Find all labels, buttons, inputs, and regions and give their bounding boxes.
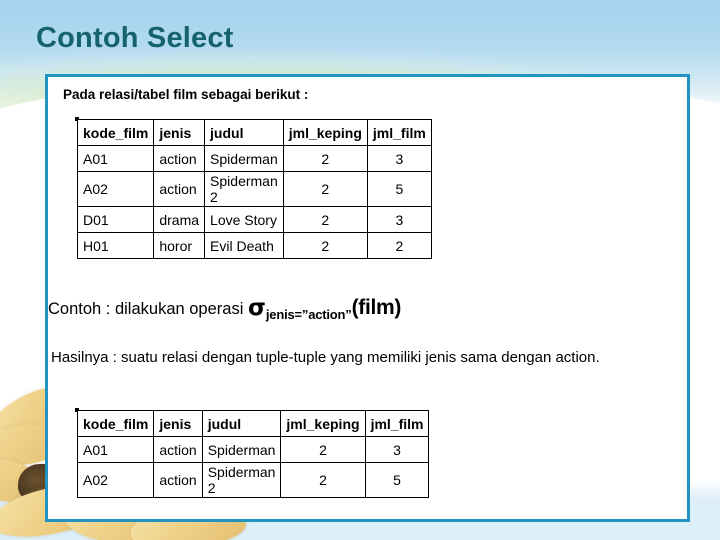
table-row: A02 action Spiderman 2 2 5 [76,462,430,498]
cell-judul: Evil Death [204,232,284,259]
cell-jml-keping: 2 [280,462,366,498]
sigma-operator-icon: σ [247,295,266,321]
cell-jenis: drama [153,206,206,233]
column-header-jenis: jenis [153,119,206,146]
cell-kode-film: H01 [76,232,155,259]
intro-text: Pada relasi/tabel film sebagai berikut : [63,87,309,102]
cell-kode-film: D01 [76,206,155,233]
cell-judul: Spiderman 2 [204,171,284,207]
column-header-kode-film: kode_film [76,410,155,437]
column-header-kode-film: kode_film [76,119,155,146]
cell-jml-film: 3 [366,206,432,233]
column-header-judul: judul [201,410,282,437]
table-row: A01 action Spiderman 2 3 [76,436,430,463]
cell-judul: Spiderman [201,436,282,463]
cell-kode-film: A02 [76,171,155,207]
cell-jml-film: 3 [364,436,430,463]
page-title: Contoh Select [36,22,234,54]
column-header-jml-film: jml_film [366,119,432,146]
cell-kode-film: A01 [76,145,155,172]
table-row: H01 horor Evil Death 2 2 [76,232,432,259]
cell-judul: Spiderman 2 [201,462,282,498]
formula-line: Contoh : dilakukan operasi σjenis=”actio… [48,295,668,322]
result-text: Hasilnya : suatu relasi dengan tuple-tup… [51,349,600,366]
column-header-judul: judul [204,119,284,146]
cell-jenis: action [153,436,203,463]
cell-jml-film: 5 [366,171,432,207]
column-header-jenis: jenis [153,410,203,437]
cell-jml-keping: 2 [280,436,366,463]
table-row: A01 action Spiderman 2 3 [76,145,432,172]
cell-jenis: horor [153,232,206,259]
content-panel: Pada relasi/tabel film sebagai berikut :… [45,74,690,522]
table-header-row: kode_film jenis judul jml_keping jml_fil… [76,119,432,146]
formula-relation: (film) [351,296,402,319]
cell-kode-film: A01 [76,436,155,463]
result-table-frame: kode_film jenis judul jml_keping jml_fil… [75,408,430,498]
cell-jenis: action [153,145,206,172]
formula-lead-text: Contoh : dilakukan operasi [48,300,248,318]
cell-jml-keping: 2 [282,145,368,172]
column-header-jml-keping: jml_keping [280,410,366,437]
table-header-row: kode_film jenis judul jml_keping jml_fil… [76,410,430,437]
cell-jml-film: 5 [364,462,430,498]
cell-jml-keping: 2 [282,171,368,207]
cell-judul: Love Story [204,206,284,233]
column-header-jml-keping: jml_keping [282,119,368,146]
result-table: kode_film jenis judul jml_keping jml_fil… [76,410,430,498]
cell-kode-film: A02 [76,462,155,498]
cell-jenis: action [153,171,206,207]
column-header-jml-film: jml_film [364,410,430,437]
formula-subscript: jenis=”action” [265,307,352,322]
cell-jml-film: 3 [366,145,432,172]
cell-jml-film: 2 [366,232,432,259]
cell-judul: Spiderman [204,145,284,172]
table-row: A02 action Spiderman 2 2 5 [76,171,432,207]
source-table: kode_film jenis judul jml_keping jml_fil… [76,119,432,259]
table-row: D01 drama Love Story 2 3 [76,206,432,233]
cell-jenis: action [153,462,203,498]
cell-jml-keping: 2 [282,232,368,259]
source-table-frame: kode_film jenis judul jml_keping jml_fil… [75,117,432,259]
cell-jml-keping: 2 [282,206,368,233]
slide-canvas: Contoh Select Pada relasi/tabel film seb… [0,0,720,540]
